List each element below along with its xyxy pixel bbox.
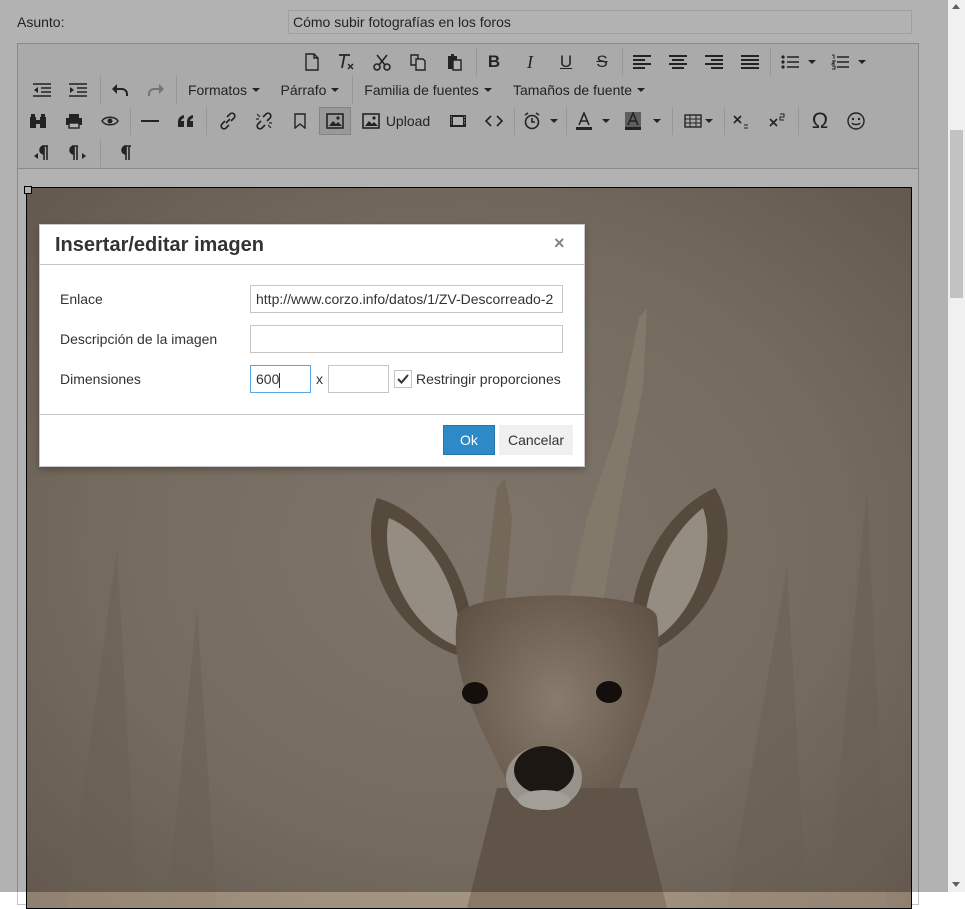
- dialog-title: Insertar/editar imagen: [55, 234, 264, 256]
- dialog-footer: Ok Cancelar: [40, 414, 584, 467]
- dimensions-label: Dimensiones: [60, 371, 141, 387]
- scroll-down-arrow-icon[interactable]: [952, 882, 960, 887]
- cancel-button[interactable]: Cancelar: [499, 425, 573, 455]
- description-label: Descripción de la imagen: [60, 331, 218, 347]
- constrain-proportions-label[interactable]: Restringir proporciones: [416, 371, 561, 387]
- ok-button[interactable]: Ok: [443, 425, 495, 455]
- scroll-up-arrow-icon[interactable]: [952, 4, 960, 9]
- dialog-header: Insertar/editar imagen ×: [40, 225, 584, 265]
- constrain-proportions-checkbox[interactable]: [394, 370, 412, 388]
- height-input[interactable]: [328, 365, 389, 393]
- width-input[interactable]: 600: [250, 365, 311, 393]
- close-icon[interactable]: ×: [554, 233, 565, 254]
- image-description-input[interactable]: [250, 325, 563, 353]
- width-value: 600: [256, 371, 280, 387]
- page-scrollbar[interactable]: [948, 0, 965, 892]
- insert-image-dialog: Insertar/editar imagen × Enlace http://w…: [39, 224, 585, 467]
- scroll-thumb[interactable]: [950, 130, 963, 298]
- checkmark-icon: [397, 374, 409, 384]
- source-url-input[interactable]: http://www.corzo.info/datos/1/ZV-Descorr…: [250, 285, 563, 313]
- source-label: Enlace: [60, 291, 103, 307]
- dimension-separator: x: [316, 371, 323, 387]
